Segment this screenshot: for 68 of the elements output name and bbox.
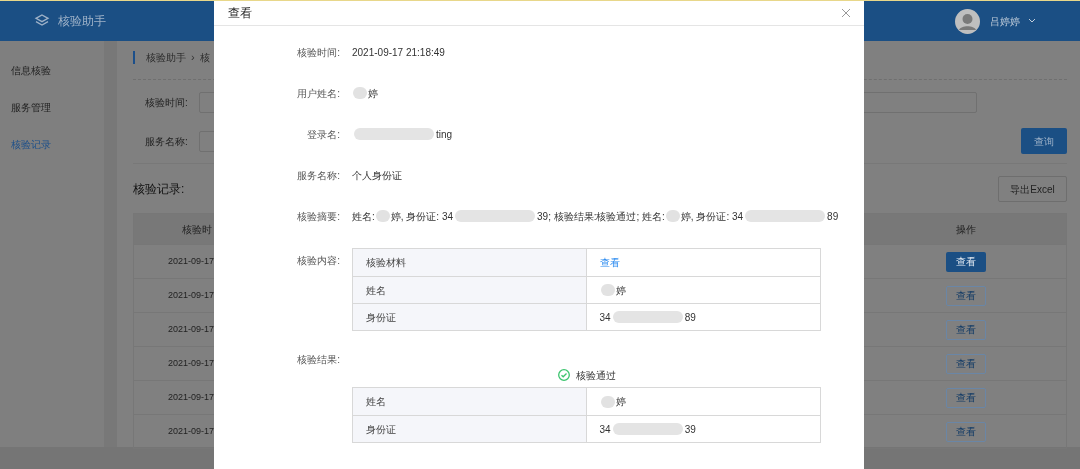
view-button[interactable]: 查看 [946, 319, 986, 340]
value-text: 婷 [615, 283, 626, 298]
table-cell-text: 2021-09-17 [166, 390, 214, 404]
value-text: 2021-09-17 21:18:49 [352, 45, 445, 60]
export-button[interactable]: 导出Excel [998, 176, 1067, 202]
column-header: 核验时 [181, 222, 212, 237]
field-label: 核验时间: [296, 45, 340, 60]
value-text: 34 [599, 310, 611, 325]
value-text: ting [436, 127, 453, 142]
dialog-title: 查看 [228, 5, 252, 22]
field-label: 核验结果: [296, 353, 340, 367]
value-text: 婷 [368, 86, 378, 101]
sidebar-item[interactable]: 核验记录 [0, 126, 104, 163]
table-cell-text: 2021-09-17 [166, 424, 214, 438]
table-cell-text: 2021-09-17 [166, 356, 214, 370]
value-text: 39; 核验结果:核验通过; 姓名: [537, 209, 665, 224]
table-cell: 姓名 [353, 388, 587, 415]
view-button[interactable]: 查看 [946, 387, 986, 408]
section-title: 核验记录: [133, 181, 185, 198]
redaction-blur [353, 87, 367, 99]
view-link[interactable]: 查看 [599, 255, 620, 270]
value-text: 婷, 身份证: 34 [680, 209, 744, 224]
check-circle-icon [557, 369, 570, 381]
view-button[interactable]: 查看 [946, 421, 986, 442]
breadcrumb-item[interactable]: 核验助手 [146, 49, 186, 65]
breadcrumb-item[interactable]: 核 [199, 49, 210, 65]
filter-label: 核验时间: [144, 96, 189, 110]
result-status: 核验通过 [575, 368, 616, 383]
value-text: 个人身份证 [352, 168, 402, 183]
value-text: 婷 [615, 395, 626, 409]
redaction-blur [600, 284, 615, 296]
filter-label: 服务名称: [144, 134, 189, 149]
table-cell-text: 2021-09-17 [166, 288, 214, 302]
redaction-blur [375, 210, 390, 222]
value-text: 39 [684, 422, 696, 437]
view-button[interactable]: 查看 [946, 353, 986, 374]
table-cell: 核验材料 [353, 249, 587, 276]
column-header: 操作 [955, 222, 977, 237]
view-button[interactable]: 查看 [946, 285, 986, 306]
table-cell: 身份证 [353, 416, 587, 442]
value-text: 89 [827, 209, 839, 224]
redaction-blur [600, 395, 615, 408]
view-button[interactable]: 查看 [946, 251, 986, 272]
avatar-icon[interactable] [955, 8, 980, 34]
table-cell-text: 2021-09-17 [166, 322, 214, 336]
chevron-down-icon[interactable] [1028, 18, 1036, 24]
field-label: 用户姓名: [296, 86, 340, 101]
sidebar-item[interactable]: 服务管理 [0, 89, 104, 126]
table-cell-text: 2021-09-17 [166, 254, 214, 268]
field-label: 服务名称: [296, 168, 340, 183]
redaction-blur [665, 210, 680, 222]
breadcrumb-separator: › [191, 49, 195, 65]
query-button[interactable]: 查询 [1021, 128, 1067, 154]
redaction-blur [612, 423, 683, 435]
field-label: 核验摘要: [296, 209, 340, 224]
table-cell: 身份证 [353, 304, 587, 330]
value-text: 89 [684, 310, 696, 325]
field-label: 登录名: [306, 127, 340, 142]
value-text: 34 [599, 422, 611, 437]
value-text: 婷, 身份证: 34 [390, 209, 454, 224]
redaction-blur [612, 311, 683, 323]
close-icon[interactable] [842, 9, 850, 17]
value-text: 姓名: [352, 209, 375, 224]
user-name[interactable]: 吕婷婷 [990, 13, 1020, 29]
field-label: 核验内容: [296, 254, 340, 268]
table-cell: 姓名 [353, 277, 587, 303]
app-title: 核验助手 [58, 13, 106, 30]
sidebar-item[interactable]: 信息核验 [0, 52, 104, 89]
